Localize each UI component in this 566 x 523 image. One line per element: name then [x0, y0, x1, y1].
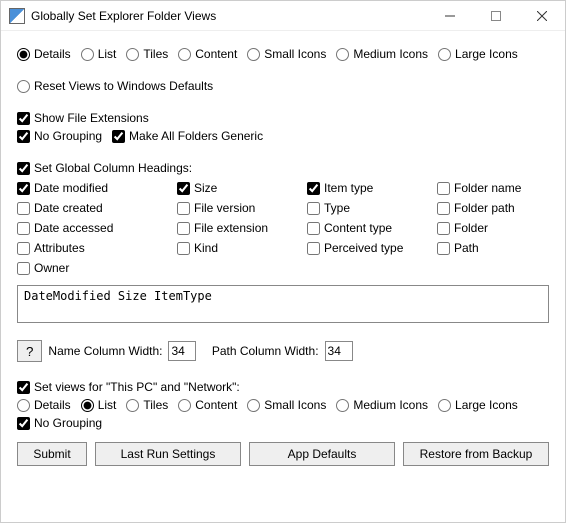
- path-width-input[interactable]: [325, 341, 353, 361]
- view-tiles-radio[interactable]: Tiles: [126, 47, 168, 61]
- name-width-input[interactable]: [168, 341, 196, 361]
- thispc-view-group: Details List Tiles Content Small Icons Medium…: [17, 398, 549, 412]
- view-small-icons-radio[interactable]: Small Icons: [247, 47, 326, 61]
- reset-views-radio[interactable]: Reset Views to Windows Defaults: [17, 79, 213, 93]
- reset-views-label: Reset Views to Windows Defaults: [34, 79, 213, 93]
- column-size-checkbox[interactable]: Size: [177, 181, 297, 195]
- view-mode-group: Details List Tiles Content Small Icons Medium…: [17, 47, 549, 61]
- column-path-checkbox[interactable]: Path: [437, 241, 557, 255]
- column-perceived-type-checkbox[interactable]: Perceived type: [307, 241, 427, 255]
- window-title: Globally Set Explorer Folder Views: [31, 9, 216, 23]
- column-attributes-checkbox[interactable]: Attributes: [17, 241, 167, 255]
- thispc-view-tiles-radio[interactable]: Tiles: [126, 398, 168, 412]
- thispc-nogrouping-checkbox[interactable]: No Grouping: [17, 416, 102, 430]
- column-file-extension-checkbox[interactable]: File extension: [177, 221, 297, 235]
- path-width-label: Path Column Width:: [212, 344, 319, 358]
- thispc-view-list-radio[interactable]: List: [81, 398, 117, 412]
- column-date-created-checkbox[interactable]: Date created: [17, 201, 167, 215]
- footer-buttons: Submit Last Run Settings App Defaults Re…: [17, 442, 549, 466]
- global-columns-checkbox[interactable]: Set Global Column Headings:: [17, 161, 192, 175]
- column-kind-checkbox[interactable]: Kind: [177, 241, 297, 255]
- app-defaults-button[interactable]: App Defaults: [249, 442, 395, 466]
- show-extensions-checkbox[interactable]: Show File Extensions: [17, 111, 149, 125]
- column-content-type-checkbox[interactable]: Content type: [307, 221, 427, 235]
- generic-folders-checkbox[interactable]: Make All Folders Generic: [112, 129, 263, 143]
- thispc-view-content-radio[interactable]: Content: [178, 398, 237, 412]
- view-content-radio[interactable]: Content: [178, 47, 237, 61]
- column-item-type-checkbox[interactable]: Item type: [307, 181, 427, 195]
- app-icon: [9, 8, 25, 24]
- no-grouping-checkbox[interactable]: No Grouping: [17, 129, 102, 143]
- restore-backup-button[interactable]: Restore from Backup: [403, 442, 549, 466]
- columns-string-input[interactable]: [17, 285, 549, 323]
- close-button[interactable]: [519, 1, 565, 31]
- title-bar: Globally Set Explorer Folder Views: [1, 1, 565, 31]
- thispc-view-medium-icons-radio[interactable]: Medium Icons: [336, 398, 428, 412]
- help-button[interactable]: ?: [17, 340, 42, 362]
- view-large-icons-radio[interactable]: Large Icons: [438, 47, 518, 61]
- thispc-view-large-icons-radio[interactable]: Large Icons: [438, 398, 518, 412]
- column-date-modified-checkbox[interactable]: Date modified: [17, 181, 167, 195]
- submit-button[interactable]: Submit: [17, 442, 87, 466]
- columns-grid: Date modifiedSizeItem typeFolder nameDat…: [17, 181, 549, 275]
- column-date-accessed-checkbox[interactable]: Date accessed: [17, 221, 167, 235]
- column-file-version-checkbox[interactable]: File version: [177, 201, 297, 215]
- view-details-radio[interactable]: Details: [17, 47, 71, 61]
- view-list-radio[interactable]: List: [81, 47, 117, 61]
- thispc-view-small-icons-radio[interactable]: Small Icons: [247, 398, 326, 412]
- column-folder-name-checkbox[interactable]: Folder name: [437, 181, 557, 195]
- column-folder-checkbox[interactable]: Folder: [437, 221, 557, 235]
- minimize-button[interactable]: [427, 1, 473, 31]
- view-medium-icons-radio[interactable]: Medium Icons: [336, 47, 428, 61]
- column-folder-path-checkbox[interactable]: Folder path: [437, 201, 557, 215]
- thispc-toggle-checkbox[interactable]: Set views for "This PC" and "Network":: [17, 380, 240, 394]
- thispc-view-details-radio[interactable]: Details: [17, 398, 71, 412]
- column-type-checkbox[interactable]: Type: [307, 201, 427, 215]
- last-run-button[interactable]: Last Run Settings: [95, 442, 241, 466]
- maximize-button[interactable]: [473, 1, 519, 31]
- column-owner-checkbox[interactable]: Owner: [17, 261, 167, 275]
- name-width-label: Name Column Width:: [48, 344, 162, 358]
